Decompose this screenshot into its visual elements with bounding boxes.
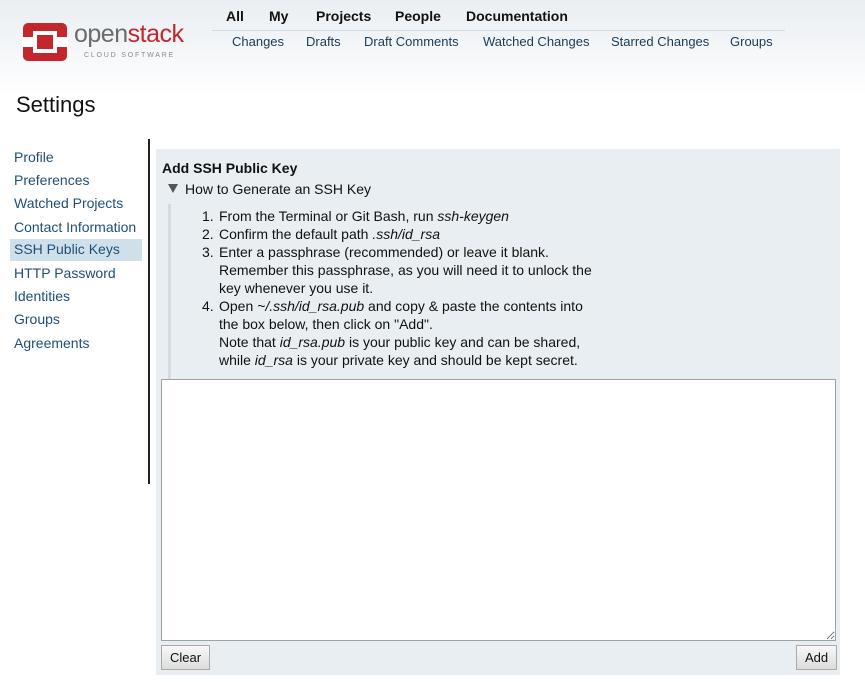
step-3-line-3: key whenever you use it. xyxy=(219,280,374,296)
sidebar-item-profile[interactable]: Profile xyxy=(10,147,142,169)
sidebar-divider xyxy=(148,139,150,484)
step-1-text: From the Terminal or Git Bash, run ssh-k… xyxy=(219,208,509,224)
nav-divider xyxy=(212,30,785,31)
subnav-draft-comments[interactable]: Draft Comments xyxy=(364,34,459,49)
ssh-key-textarea[interactable] xyxy=(161,379,836,641)
step-3-line-1: Enter a passphrase (recommended) or leav… xyxy=(219,244,549,260)
step-number: 3. xyxy=(202,244,214,260)
subnav-drafts[interactable]: Drafts xyxy=(306,34,341,49)
panel-title: Add SSH Public Key xyxy=(162,160,298,176)
sidebar-item-agreements[interactable]: Agreements xyxy=(10,333,142,355)
add-button[interactable]: Add xyxy=(796,645,838,670)
sidebar-item-identities[interactable]: Identities xyxy=(10,286,142,308)
sidebar-item-http-password[interactable]: HTTP Password xyxy=(10,263,142,285)
nav-people[interactable]: People xyxy=(395,8,441,24)
step-number: 2. xyxy=(202,226,214,242)
sidebar-item-contact-information[interactable]: Contact Information xyxy=(10,217,142,239)
step-3-line-2: Remember this passphrase, as you will ne… xyxy=(219,262,592,278)
subnav-changes[interactable]: Changes xyxy=(232,34,284,49)
ssh-key-panel: Add SSH Public Key How to Generate an SS… xyxy=(156,149,840,675)
nav-projects[interactable]: Projects xyxy=(316,8,371,24)
sidebar-item-watched-projects[interactable]: Watched Projects xyxy=(10,193,142,215)
subnav-starred-changes[interactable]: Starred Changes xyxy=(611,34,709,49)
logo-wordmark: openstack xyxy=(74,20,184,48)
nav-all[interactable]: All xyxy=(226,8,244,24)
page-title: Settings xyxy=(16,92,96,117)
step-4-line-3: Note that id_rsa.pub is your public key … xyxy=(219,334,581,350)
triangle-down-icon xyxy=(168,184,178,193)
logo-tagline: CLOUD SOFTWARE xyxy=(84,52,176,59)
openstack-logo-icon xyxy=(22,23,68,61)
openstack-logo[interactable]: openstack CLOUD SOFTWARE xyxy=(22,18,184,62)
step-number: 1. xyxy=(202,208,214,224)
sidebar-item-ssh-public-keys[interactable]: SSH Public Keys xyxy=(10,239,142,261)
step-4-line-2: the box below, then click on "Add". xyxy=(219,316,433,332)
step-4-line-1: Open ~/.ssh/id_rsa.pub and copy & paste … xyxy=(219,298,583,314)
sidebar-item-preferences[interactable]: Preferences xyxy=(10,170,142,192)
clear-button[interactable]: Clear xyxy=(161,645,211,670)
step-4-line-4: while id_rsa is your private key and sho… xyxy=(219,352,578,368)
subnav-watched-changes[interactable]: Watched Changes xyxy=(483,34,589,49)
step-number: 4. xyxy=(202,298,214,314)
howto-disclosure-toggle[interactable]: How to Generate an SSH Key xyxy=(168,181,371,197)
howto-indent-bar xyxy=(168,204,171,379)
step-2-text: Confirm the default path .ssh/id_rsa xyxy=(219,226,441,242)
subnav-groups[interactable]: Groups xyxy=(730,34,773,49)
howto-label: How to Generate an SSH Key xyxy=(185,181,371,197)
nav-my[interactable]: My xyxy=(269,8,288,24)
nav-documentation[interactable]: Documentation xyxy=(466,8,568,24)
sidebar-item-groups[interactable]: Groups xyxy=(10,309,142,331)
